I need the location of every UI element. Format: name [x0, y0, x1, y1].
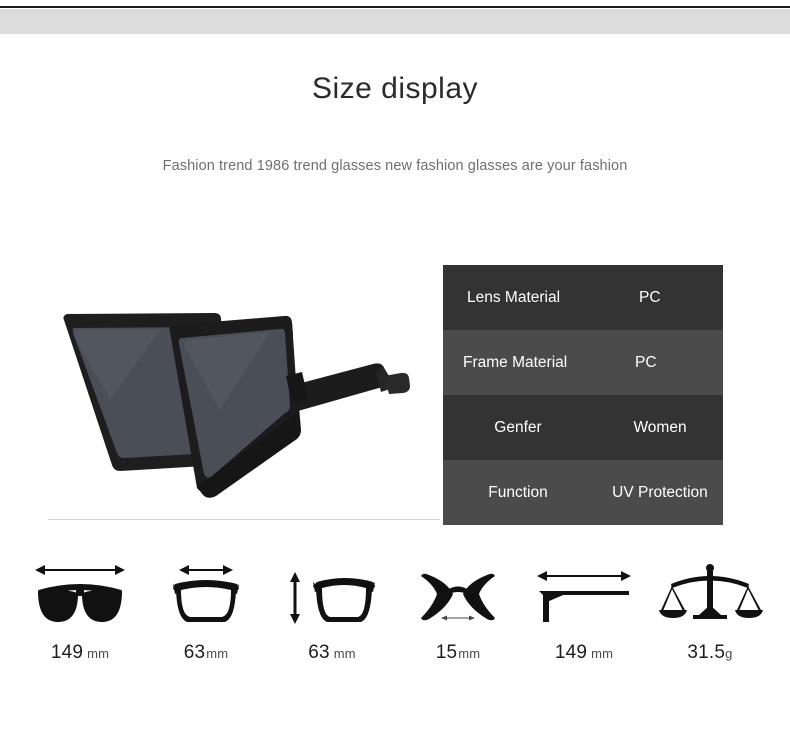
dimension-unit: mm	[591, 646, 614, 661]
dimension-value: 31.5	[687, 642, 726, 663]
dimension-label: 149 mm	[555, 642, 613, 664]
spec-value-gender: Women	[633, 418, 687, 436]
dimension-value: 149	[50, 642, 84, 663]
page-title: Size display	[311, 72, 479, 105]
dimension-item-bridge-width: 15mm	[398, 560, 518, 664]
table-row: Lens Material PC	[443, 265, 723, 330]
dimension-unit: g	[725, 646, 733, 661]
dimension-label: 63mm	[184, 642, 229, 664]
spec-key-gender: Genfer	[494, 418, 542, 436]
product-baseline-divider	[48, 519, 440, 520]
spec-key-frame-material: Frame Material	[463, 353, 568, 371]
spec-key-lens-material: Lens Material	[467, 288, 561, 306]
dimension-label: 149 mm	[51, 642, 109, 664]
dimension-value: 15	[435, 642, 458, 663]
top-divider-rule	[0, 6, 790, 8]
dimension-value: 63	[308, 642, 330, 663]
dimension-value: 63	[183, 642, 206, 663]
bridge-width-icon	[403, 560, 513, 626]
spec-value-lens-material: PC	[639, 288, 661, 306]
spec-key-function: Function	[488, 483, 548, 501]
page-subtitle: Fashion trend 1986 trend glasses new fas…	[162, 158, 628, 174]
spec-value-function: UV Protection	[612, 483, 708, 501]
dimension-item-weight: 31.5g	[650, 560, 770, 664]
specification-table: Lens Material PC Frame Material PC Genfe…	[443, 265, 723, 525]
dimension-item-temple-length: 149 mm	[524, 560, 644, 664]
dimension-unit: mm	[87, 646, 110, 661]
dimension-label: 15mm	[436, 642, 481, 664]
dimension-item-lens-width: 63mm	[146, 560, 266, 664]
lens-height-icon	[277, 560, 387, 626]
full-frame-width-icon	[25, 560, 135, 626]
dimension-item-frame-width: 149 mm	[20, 560, 140, 664]
dimension-item-lens-height: 63 mm	[272, 560, 392, 664]
dimension-unit: mm	[458, 646, 481, 661]
dimension-value: 149	[554, 642, 588, 663]
table-row: Genfer Women	[443, 395, 723, 460]
table-row: Frame Material PC	[443, 330, 723, 395]
product-image	[40, 280, 435, 520]
spec-value-frame-material: PC	[635, 353, 657, 371]
dimension-label: 63mm	[308, 642, 356, 664]
table-row: Function UV Protection	[443, 460, 723, 525]
lens-width-icon	[151, 560, 261, 626]
top-gray-band	[0, 9, 790, 34]
temple-length-icon	[529, 560, 639, 626]
weight-scale-icon	[655, 560, 765, 626]
dimensions-strip: 149 mm 63mm 63 mm 15mm 149 mm 31.5g	[20, 560, 770, 664]
dimension-unit: mm	[333, 646, 356, 661]
dimension-unit: mm	[206, 646, 229, 661]
dimension-label: 31.5g	[687, 642, 732, 664]
